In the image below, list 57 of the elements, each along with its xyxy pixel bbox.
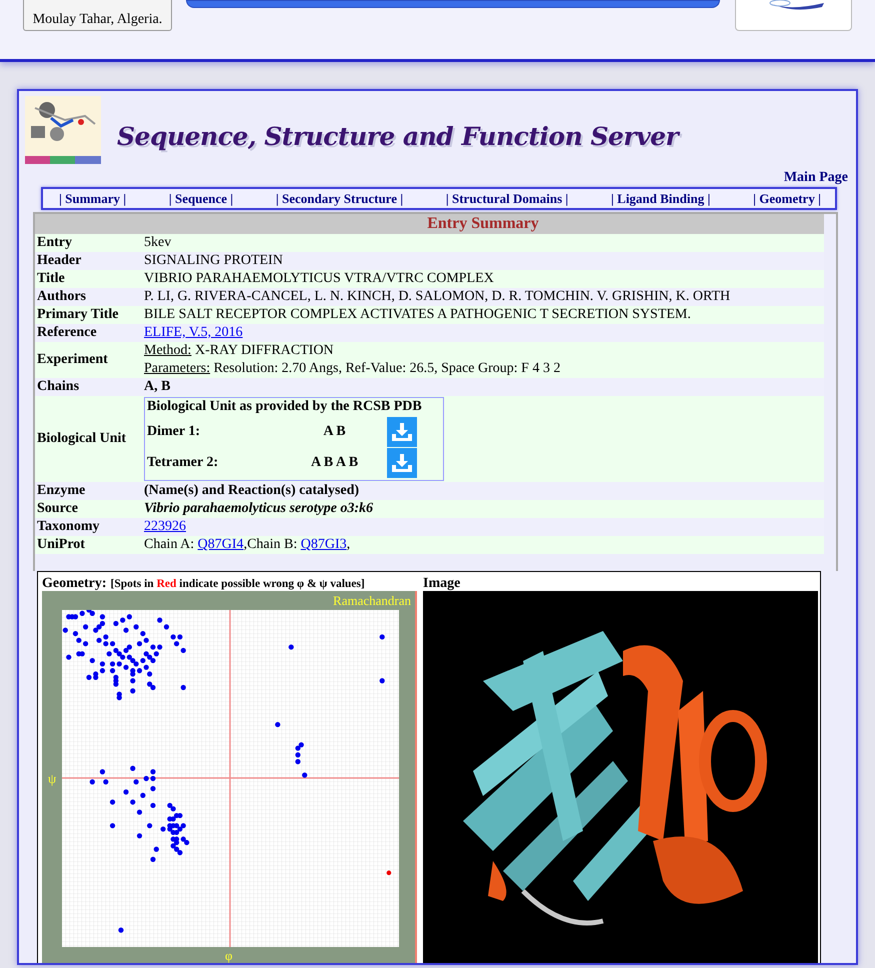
cell-text: P. LI, G. RIVERA-CANCEL, L. N. KINCH, D. SALOMON, D. R. TOMCHIN. V. GRISHIN, K. ORTH — [144, 289, 730, 304]
row-label: Authors — [36, 288, 88, 306]
cell-text: VIBRIO PARAHAEMOLYTICUS VTRA/VTRC COMPLEX — [144, 271, 494, 286]
download-icon — [391, 452, 413, 472]
cell-text: (Name(s) and Reaction(s) catalysed) — [144, 483, 360, 498]
nav-link[interactable]: | Structural Domains | — [446, 188, 568, 208]
row-label: Chains — [36, 378, 80, 396]
row-label: UniProt — [36, 536, 86, 554]
field-label: Method: — [144, 343, 192, 358]
row-label: Title — [36, 270, 66, 288]
link[interactable]: 223926 — [144, 519, 186, 534]
nav-link[interactable]: | Geometry | — [753, 188, 821, 208]
unit-name: Tetramer 2: — [147, 454, 220, 472]
nav-link[interactable]: | Summary | — [59, 188, 126, 208]
axis-label: ψ — [48, 770, 56, 788]
cell-text: Resolution: 2.70 Angs, Ref-Value: 26.5, Space Group: F 4 3 2 — [212, 361, 560, 376]
download-button[interactable] — [387, 448, 417, 478]
unit-table-title: Biological Unit as provided by the RCSB PDB — [147, 398, 423, 416]
unit-name: Dimer 1: — [147, 422, 201, 440]
cell-text: 5kev — [144, 235, 172, 250]
section-title: Image — [423, 575, 462, 591]
plot-label: Ramachandran — [333, 592, 411, 610]
row-label: Header — [36, 252, 82, 270]
institution-label: Moulay Tahar, Algeria. — [23, 0, 172, 31]
row-label: Source — [36, 500, 79, 518]
cell-text: Chain A: — [144, 537, 196, 552]
link[interactable]: ELIFE, V.5, 2016 — [144, 325, 243, 340]
main-page-link[interactable]: Main Page — [784, 167, 848, 187]
nav-link[interactable]: | Sequence | — [168, 188, 234, 208]
download-button[interactable] — [387, 416, 417, 446]
unit-chains: A B A B — [310, 454, 360, 472]
cell-text: A, B — [144, 379, 170, 394]
row-label: Enzyme — [36, 482, 86, 500]
nav-link[interactable]: | Secondary Structure | — [276, 188, 404, 208]
cell-text: Vibrio parahaemolyticus serotype o3:k6 — [144, 501, 374, 516]
row-label: Primary Title — [36, 306, 120, 324]
row-label: Experiment — [36, 351, 109, 369]
unit-chains: A B — [322, 422, 347, 440]
cell-text: , — [346, 537, 350, 552]
link[interactable]: Q87GI4 — [198, 537, 244, 552]
field-label: Parameters: — [144, 361, 210, 376]
legend-note: [Spots in Red indicate possible wrong φ & ψ values] — [110, 577, 365, 592]
row-label: Biological Unit — [36, 430, 128, 448]
cell-text: SIGNALING PROTEIN — [144, 253, 283, 268]
cell-text: ,Chain B: — [244, 537, 298, 552]
axis-label: φ — [225, 947, 233, 963]
table-title: Entry Summary — [426, 214, 540, 234]
cell-text: BILE SALT RECEPTOR COMPLEX ACTIVATES A PATHOGENIC T SECRETION SYSTEM. — [144, 307, 691, 322]
row-label: Reference — [36, 324, 98, 342]
row-label: Entry — [36, 234, 73, 252]
site-title: Sequence, Structure and Function Server — [117, 122, 678, 152]
link[interactable]: Q87GI3 — [300, 537, 347, 552]
nav-link[interactable]: | Ligand Binding | — [611, 188, 710, 208]
cell-text: X-RAY DIFFRACTION — [194, 343, 334, 358]
download-icon — [391, 422, 413, 442]
row-label: Taxonomy — [36, 518, 101, 536]
section-title: Geometry: — [42, 575, 107, 593]
